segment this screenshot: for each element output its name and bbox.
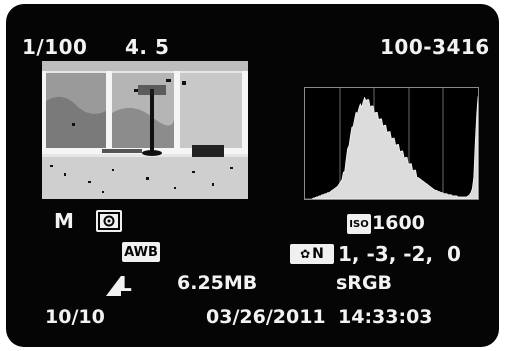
shooting-mode: M (54, 209, 75, 233)
histogram-graph (305, 88, 478, 199)
picture-style-badge: ✿ N (290, 244, 334, 264)
image-thumbnail (42, 61, 248, 199)
picture-style-values: 1, -3, -2, 0 (338, 242, 461, 266)
file-number: 100-3416 (380, 35, 490, 59)
iso-badge: ISO (347, 214, 371, 234)
capture-time: 14:33:03 (338, 306, 433, 328)
white-balance-badge: AWB (122, 242, 160, 262)
picture-style-icon: ✿ (300, 247, 311, 261)
brightness-histogram (304, 87, 479, 200)
color-space: sRGB (336, 272, 393, 294)
playback-screen: 1/100 4. 5 100-3416 M AWB ISO 1600 ✿ N 1… (6, 4, 499, 347)
capture-date: 03/26/2011 (206, 306, 326, 328)
picture-style-label: N (312, 246, 324, 262)
image-quality: L (119, 272, 133, 296)
frame-counter: 10/10 (45, 306, 105, 328)
aperture-value: 4. 5 (125, 35, 170, 59)
shutter-speed: 1/100 (22, 35, 88, 59)
histogram-curve (305, 96, 478, 199)
iso-value: 1600 (372, 212, 425, 234)
file-size: 6.25MB (177, 272, 258, 294)
evaluative-metering-icon (96, 210, 122, 232)
thumbnail-scene (42, 61, 248, 199)
